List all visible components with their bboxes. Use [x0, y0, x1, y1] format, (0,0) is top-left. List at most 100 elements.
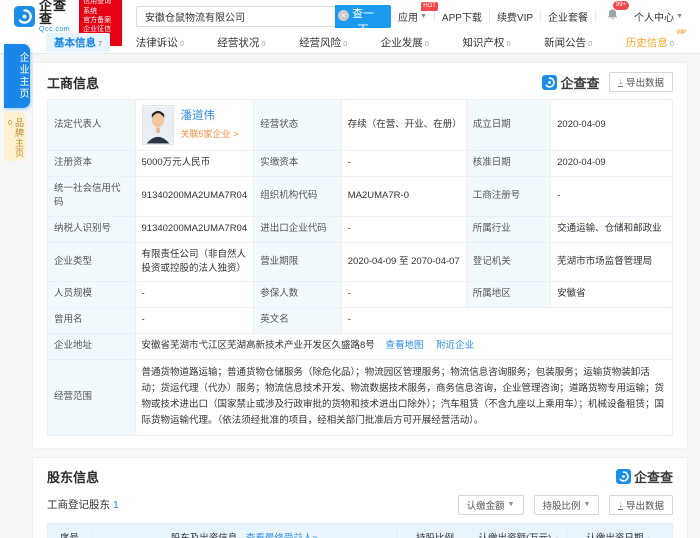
company-address: 安徽省芜湖市弋江区芜湖高新技术产业开发区久盛路8号 — [142, 340, 375, 351]
section-nav: 基本信息7 法律诉讼0 经营状况0 经营风险0 企业发展0 知识产权0 新闻公告… — [0, 32, 700, 54]
field-value: 91340200MA2UMA7R04 — [135, 177, 254, 217]
menu-app-download[interactable]: APP下载 — [435, 9, 489, 24]
field-value: - — [341, 308, 672, 334]
vip-badge: VIP — [676, 30, 686, 36]
menu-apps[interactable]: 应用▼ HOT — [391, 9, 434, 24]
sidebar-tab-company-home[interactable]: 企业主页 — [4, 44, 30, 108]
export-data-button[interactable]: ↓ 导出数据 — [609, 72, 673, 92]
qcc-logo-icon — [616, 469, 631, 484]
field-label: 实缴资本 — [254, 151, 342, 177]
section-title-shareholders: 股东信息 — [47, 467, 99, 486]
qcc-logo-icon — [14, 6, 35, 27]
field-value: 存续（在营、开业、在册） — [341, 100, 466, 151]
field-value: - — [341, 282, 466, 308]
field-value: 有限责任公司（非自然人投资或控股的法人独资） — [135, 242, 254, 282]
field-value: 芜湖市市场监督管理局 — [551, 242, 673, 282]
business-info-table: 法定代表人 潘道伟 关联5家企业 > — [47, 99, 673, 436]
field-label: 营业期限 — [254, 242, 342, 282]
chevron-down-icon: ▼ — [420, 13, 427, 20]
field-label: 企业地址 — [48, 334, 136, 360]
field-value: 91340200MA2UMA7R04 — [135, 216, 254, 242]
field-value: - — [551, 177, 673, 217]
tab-history-info[interactable]: 历史信息0VIP — [618, 33, 682, 52]
share-ratio-dropdown[interactable]: 持股比例▼ — [534, 495, 600, 515]
tab-operation-risk[interactable]: 经营风险0 — [291, 33, 355, 52]
qcc-watermark: 企查查 — [542, 73, 599, 92]
field-label: 曾用名 — [48, 308, 136, 334]
nearby-companies-link[interactable]: 附近企业 — [436, 340, 474, 351]
menu-personal-center[interactable]: 个人中心▼ — [627, 9, 690, 24]
related-companies-link[interactable]: 关联5家企业 > — [181, 128, 239, 142]
main-content: 工商信息 企查查 ↓ 导出数据 法定代表人 — [0, 54, 700, 538]
chevron-down-icon: ▼ — [508, 501, 515, 508]
chevron-down-icon: ▼ — [676, 13, 683, 20]
brand-name: 企查查 — [39, 0, 70, 26]
brand-count: 0 — [8, 120, 13, 127]
field-label: 经营范围 — [48, 360, 136, 436]
field-label: 登记机关 — [466, 242, 550, 282]
chevron-down-icon: ▼ — [584, 501, 591, 508]
field-label: 工商注册号 — [466, 177, 550, 217]
col-header-date[interactable]: 认缴出资日期 — [566, 523, 672, 538]
field-value: - — [341, 151, 466, 177]
export-data-button[interactable]: ↓ 导出数据 — [609, 495, 673, 515]
field-label: 所属行业 — [466, 216, 550, 242]
field-label: 英文名 — [254, 308, 342, 334]
field-value: 交通运输、仓储和邮政业 — [551, 216, 673, 242]
field-value: 安徽省 — [551, 282, 673, 308]
tab-legal-litigation[interactable]: 法律诉讼0 — [128, 33, 192, 52]
tab-basic-info[interactable]: 基本信息7 — [46, 33, 110, 52]
final-beneficiary-link[interactable]: 查看最终受益人> — [246, 533, 318, 538]
field-label: 核准日期 — [466, 151, 550, 177]
registered-shareholders-label: 工商登记股东 — [47, 499, 110, 511]
legal-rep-photo[interactable] — [142, 105, 174, 145]
menu-renew-vip[interactable]: 续费VIP — [490, 9, 540, 24]
table-header-row: 序号 股东及出资信息 查看最终受益人> 持股比例 认缴出资额(万元) 认缴出资日… — [48, 523, 673, 538]
clear-icon[interactable]: × — [338, 10, 349, 21]
business-info-card: 工商信息 企查查 ↓ 导出数据 法定代表人 — [32, 62, 688, 449]
field-label: 法定代表人 — [48, 100, 136, 151]
field-label: 经营状态 — [254, 100, 342, 151]
col-header-shareholder-info: 股东及出资信息 查看最终受益人> — [91, 523, 397, 538]
col-header-index: 序号 — [48, 523, 92, 538]
field-label: 所属地区 — [466, 282, 550, 308]
business-scope: 普通货物道路运输；普通货物仓储服务（除危化品）；物流园区管理服务；物流信息咨询服… — [135, 360, 673, 436]
field-value: MA2UMA7R-0 — [341, 177, 466, 217]
subscribed-amount-dropdown[interactable]: 认缴金额▼ — [458, 495, 524, 515]
shareholders-card: 股东信息 企查查 工商登记股东1 认缴金额▼ — [32, 457, 688, 538]
registered-shareholders-count: 1 — [113, 499, 119, 511]
field-value: 2020-04-09 — [551, 151, 673, 177]
field-value: - — [135, 282, 254, 308]
download-icon: ↓ — [618, 77, 623, 87]
legal-rep-name[interactable]: 潘道伟 — [181, 108, 239, 125]
sidebar-tab-brand-home[interactable]: 品牌主页 0 — [4, 112, 26, 161]
field-label: 统一社会信用代码 — [48, 177, 136, 217]
field-value: 5000万元人民币 — [135, 151, 254, 177]
notification-bell[interactable]: 99+ — [596, 8, 627, 24]
col-header-ratio: 持股比例 — [398, 523, 473, 538]
company-address-cell: 安徽省芜湖市弋江区芜湖高新技术产业开发区久盛路8号 查看地图 附近企业 — [135, 334, 673, 360]
tab-operation-status[interactable]: 经营状况0 — [209, 33, 273, 52]
side-tabs: 企业主页 品牌主页 0 — [4, 44, 30, 161]
qcc-logo-icon — [542, 75, 557, 90]
field-label: 参保人数 — [254, 282, 342, 308]
tab-intellectual-property[interactable]: 知识产权0 — [454, 33, 518, 52]
field-label: 组织机构代码 — [254, 177, 342, 217]
field-value: 2020-04-09 — [551, 100, 673, 151]
field-label: 人员规模 — [48, 282, 136, 308]
view-map-link[interactable]: 查看地图 — [385, 340, 423, 351]
tab-news[interactable]: 新闻公告0 — [536, 33, 600, 52]
field-label: 企业类型 — [48, 242, 136, 282]
search-input[interactable] — [136, 6, 335, 27]
tab-company-development[interactable]: 企业发展0 — [373, 33, 437, 52]
field-label: 成立日期 — [466, 100, 550, 151]
field-value: 2020-04-09 至 2070-04-07 — [341, 242, 466, 282]
legal-rep-cell: 潘道伟 关联5家企业 > — [135, 100, 254, 151]
field-value: - — [135, 308, 254, 334]
menu-enterprise-plan[interactable]: 企业套餐 — [541, 9, 595, 24]
search-bar: × 查一下 — [136, 5, 391, 28]
field-value: - — [341, 216, 466, 242]
section-title-business-info: 工商信息 — [47, 73, 99, 92]
col-header-amount[interactable]: 认缴出资额(万元) — [473, 523, 567, 538]
header-menu: 应用▼ HOT APP下载 续费VIP 企业套餐 99+ 个人中心▼ — [391, 8, 690, 24]
